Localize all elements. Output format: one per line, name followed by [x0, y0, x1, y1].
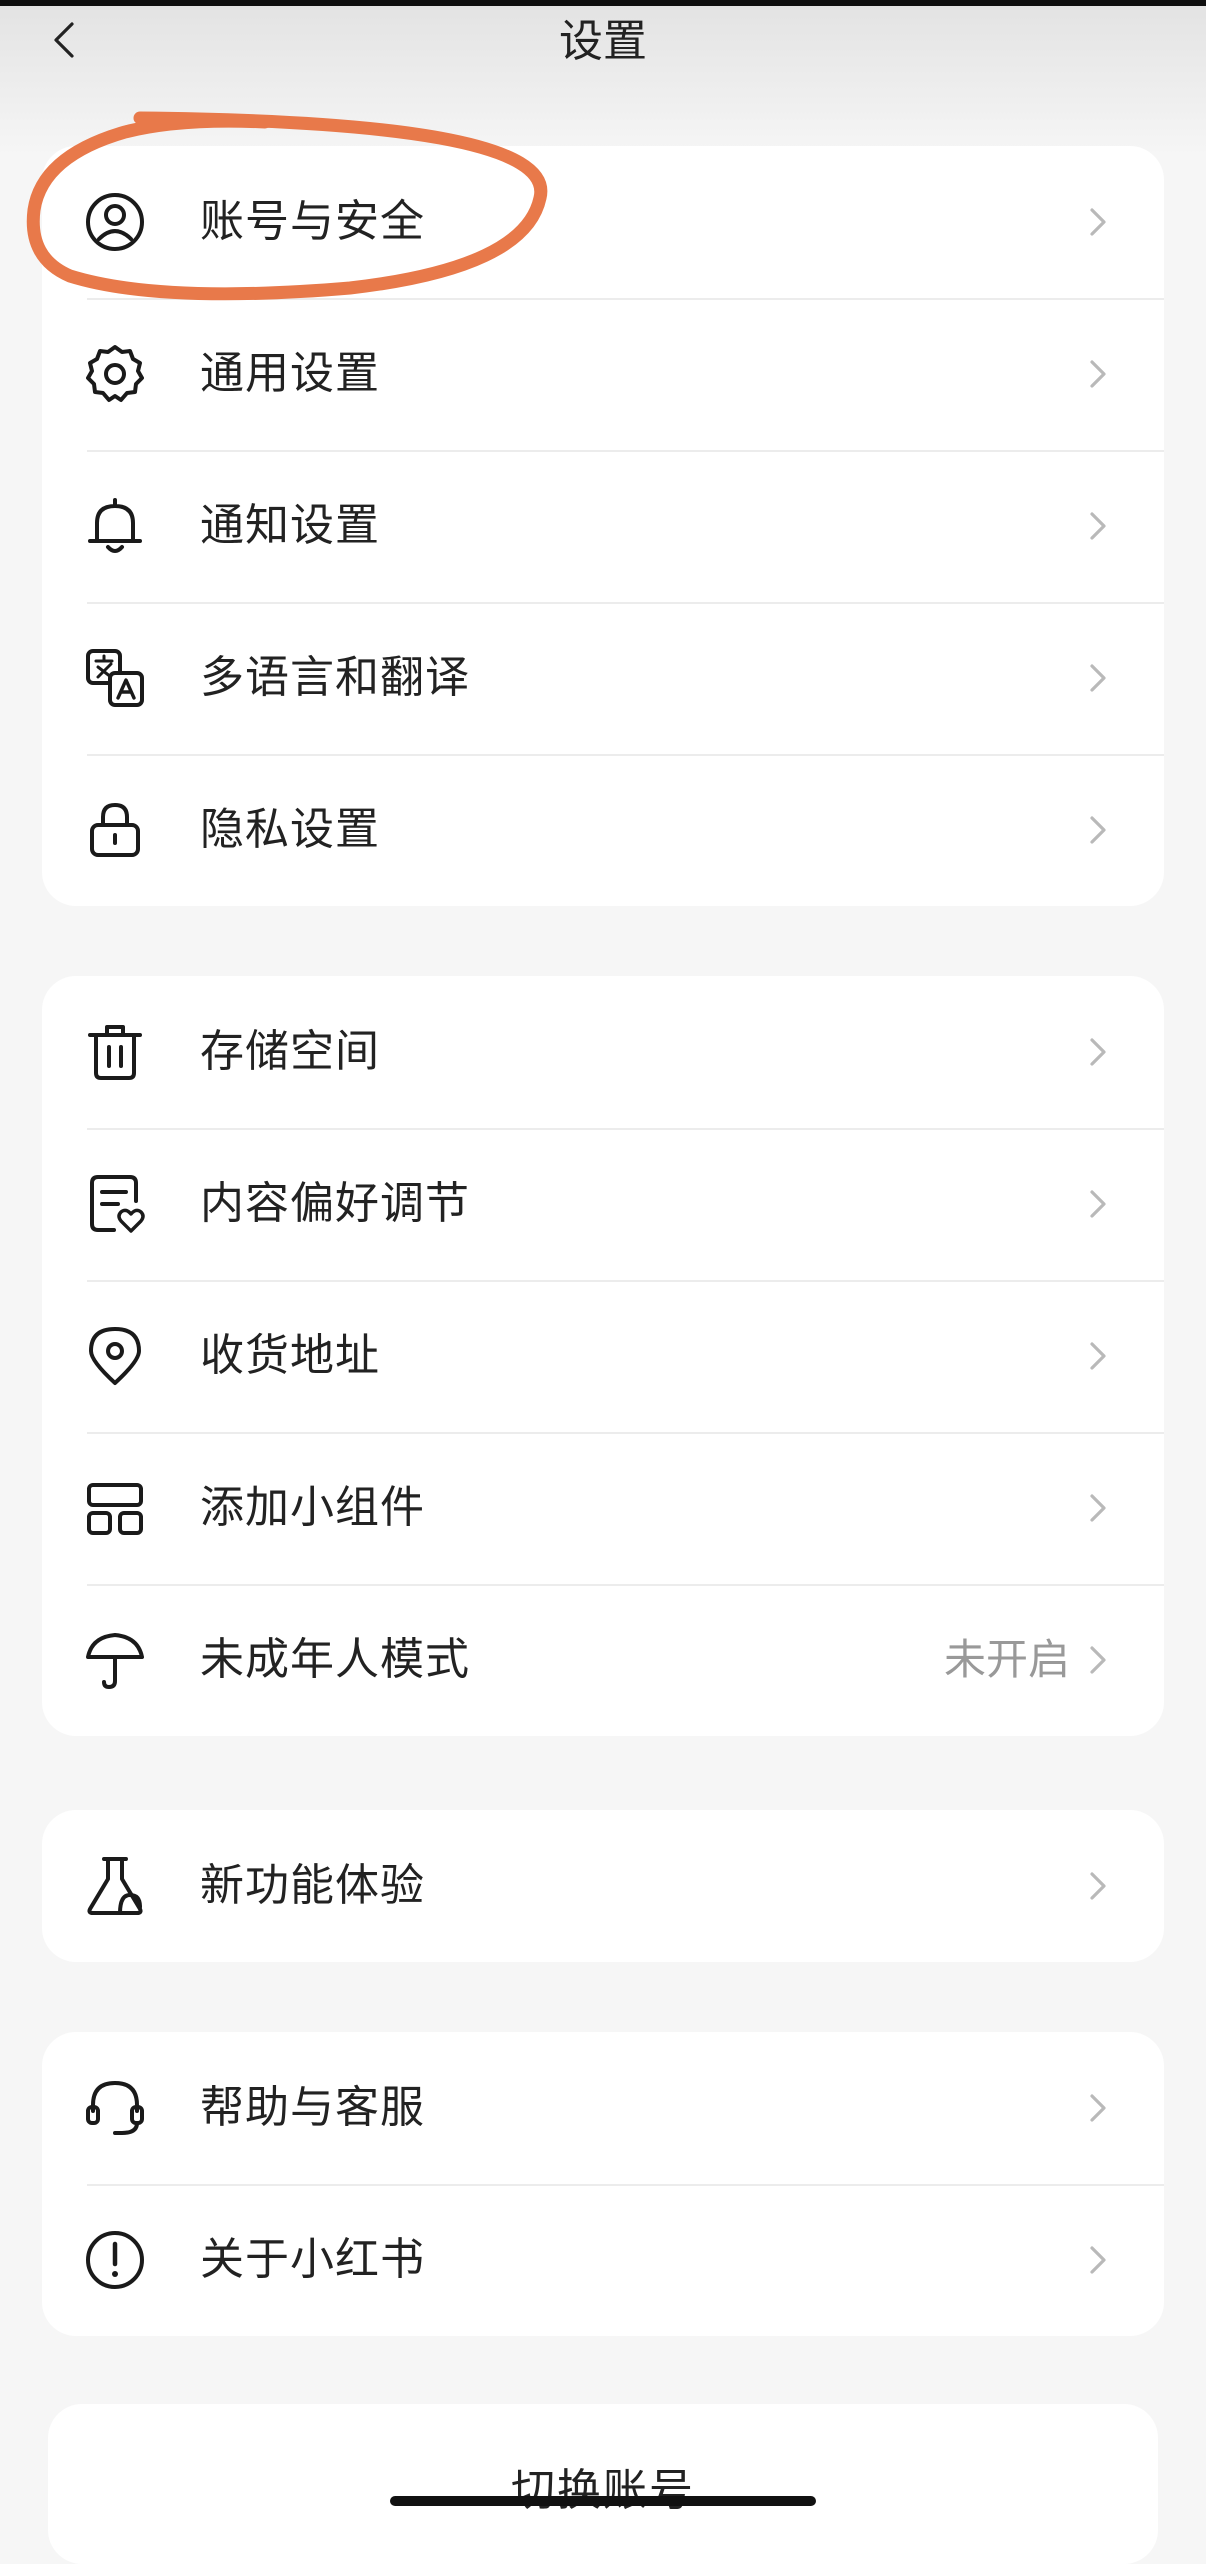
gear-icon [86, 345, 144, 402]
nav-header: 设置 [0, 6, 1206, 156]
settings-item-label: 通用设置 [200, 348, 380, 399]
settings-item-label: 多语言和翻译 [200, 652, 470, 703]
flask-icon [87, 1857, 143, 1915]
settings-item-notifications[interactable]: 通知设置 [42, 450, 1164, 602]
page-title: 设置 [559, 16, 647, 67]
chevron-right-icon [1090, 1494, 1106, 1522]
headset-icon [86, 2080, 144, 2135]
settings-item-storage[interactable]: 存储空间 [42, 976, 1164, 1128]
settings-item-add-widget[interactable]: 添加小组件 [42, 1432, 1164, 1584]
settings-item-label: 内容偏好调节 [200, 1178, 470, 1229]
settings-item-privacy[interactable]: 隐私设置 [42, 754, 1164, 906]
settings-item-label: 收货地址 [200, 1330, 380, 1381]
settings-item-language[interactable]: 多语言和翻译 [42, 602, 1164, 754]
settings-item-label: 关于小红书 [200, 2234, 425, 2285]
chevron-right-icon [1090, 512, 1106, 540]
settings-item-label: 帮助与客服 [200, 2082, 425, 2133]
settings-item-account-security[interactable]: 账号与安全 [42, 146, 1164, 298]
chevron-right-icon [1090, 1646, 1106, 1674]
settings-item-minor-mode[interactable]: 未成年人模式 未开启 [42, 1584, 1164, 1736]
chevron-right-icon [1090, 2094, 1106, 2122]
settings-group-support: 帮助与客服 关于小红书 [42, 2032, 1164, 2336]
settings-item-label: 未成年人模式 [200, 1634, 470, 1685]
minor-mode-status: 未开启 [943, 1635, 1070, 1684]
chevron-right-icon [1090, 1872, 1106, 1900]
settings-item-help-support[interactable]: 帮助与客服 [42, 2032, 1164, 2184]
settings-item-general[interactable]: 通用设置 [42, 298, 1164, 450]
home-indicator[interactable] [390, 2496, 816, 2506]
settings-group-account: 账号与安全 通用设置 通知设置 多语言和翻译 隐私设置 [42, 146, 1164, 906]
chevron-right-icon [1090, 1342, 1106, 1370]
settings-item-shipping-address[interactable]: 收货地址 [42, 1280, 1164, 1432]
translate-icon [86, 649, 144, 707]
settings-item-about[interactable]: 关于小红书 [42, 2184, 1164, 2336]
document-heart-icon [90, 1175, 145, 1233]
settings-item-label: 添加小组件 [200, 1482, 425, 1533]
settings-group-content: 存储空间 内容偏好调节 收货地址 添加小组件 未成年人模式 未开启 [42, 976, 1164, 1736]
switch-account-label: 切换账号 [511, 2465, 695, 2516]
settings-item-label: 存储空间 [200, 1026, 380, 1077]
bell-icon [88, 498, 142, 553]
account-circle-icon [86, 193, 144, 251]
chevron-right-icon [1090, 208, 1106, 236]
chevron-right-icon [1090, 360, 1106, 388]
lock-icon [90, 802, 140, 857]
chevron-right-icon [1090, 816, 1106, 844]
settings-item-content-preference[interactable]: 内容偏好调节 [42, 1128, 1164, 1280]
settings-item-label: 新功能体验 [200, 1860, 425, 1911]
umbrella-icon [86, 1633, 144, 1690]
info-circle-icon [86, 2231, 144, 2289]
settings-item-label: 通知设置 [200, 500, 380, 551]
settings-item-new-features[interactable]: 新功能体验 [42, 1810, 1164, 1962]
chevron-right-icon [1090, 1190, 1106, 1218]
switch-account-button[interactable]: 切换账号 [48, 2404, 1158, 2564]
settings-item-label: 隐私设置 [200, 804, 380, 855]
location-pin-icon [89, 1327, 141, 1385]
chevron-right-icon [1090, 1038, 1106, 1066]
trash-icon [88, 1025, 142, 1080]
widgets-icon [87, 1483, 143, 1535]
chevron-right-icon [1090, 2246, 1106, 2274]
settings-group-labs: 新功能体验 [42, 1810, 1164, 1962]
chevron-right-icon [1090, 664, 1106, 692]
settings-item-label: 账号与安全 [200, 196, 425, 247]
